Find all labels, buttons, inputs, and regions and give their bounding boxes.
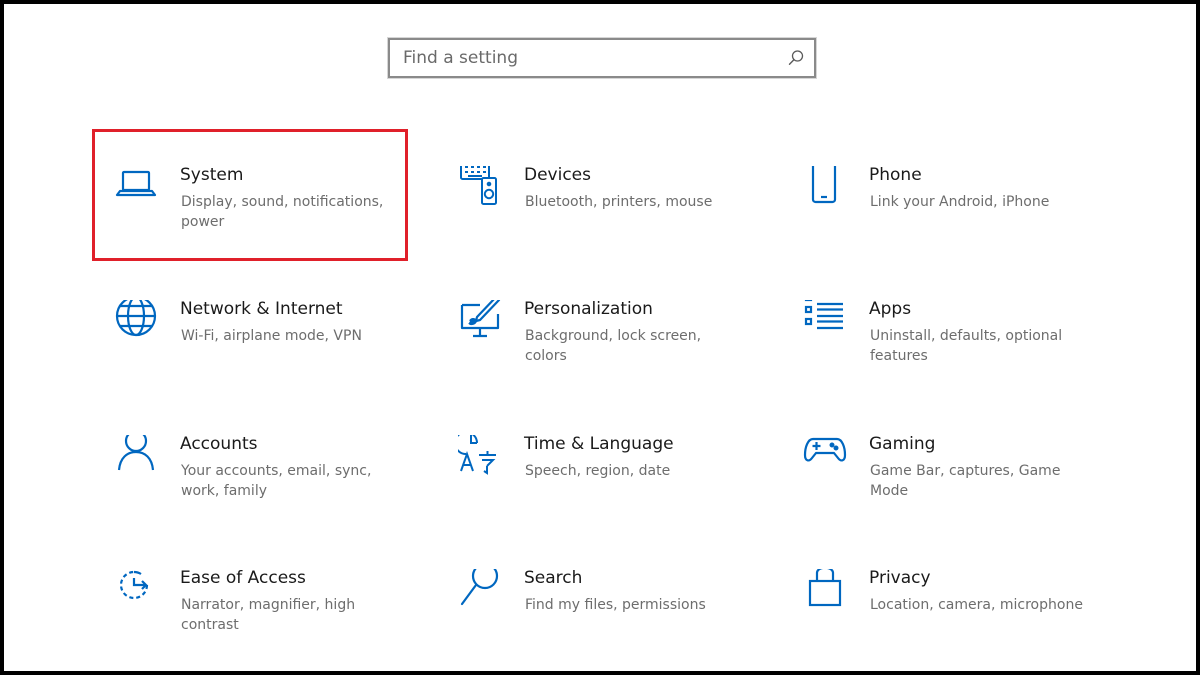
tile-system[interactable]: System Display, sound, notifications, po… bbox=[114, 165, 444, 276]
tile-description: Speech, region, date bbox=[525, 463, 671, 479]
tile-ease-of-access[interactable]: Ease of Access Narrator, magnifier, high… bbox=[114, 568, 444, 671]
tile-title: Time & Language bbox=[524, 434, 674, 454]
tile-title: Devices bbox=[524, 165, 591, 185]
settings-window: System Display, sound, notifications, po… bbox=[4, 4, 1196, 671]
search-box[interactable] bbox=[388, 38, 816, 78]
tile-network-internet[interactable]: Network & Internet Wi-Fi, airplane mode,… bbox=[114, 299, 444, 410]
tile-gaming[interactable]: Gaming Game Bar, captures, Game Mode bbox=[803, 434, 1133, 545]
tile-description: Find my files, permissions bbox=[525, 597, 706, 613]
tile-title: Apps bbox=[869, 299, 912, 319]
tile-title: Gaming bbox=[869, 434, 936, 454]
tile-description: Wi-Fi, airplane mode, VPN bbox=[181, 328, 362, 344]
time-language-icon bbox=[458, 435, 502, 479]
tile-apps[interactable]: Apps Uninstall, defaults, optional featu… bbox=[803, 299, 1133, 410]
magnifier-icon bbox=[458, 569, 502, 613]
tile-title: Personalization bbox=[524, 299, 653, 319]
tile-phone[interactable]: Phone Link your Android, iPhone bbox=[803, 165, 1133, 276]
tile-search[interactable]: Search Find my files, permissions bbox=[458, 568, 788, 671]
tile-description: Your accounts, email, sync, work, family bbox=[181, 463, 372, 499]
tile-description: Bluetooth, printers, mouse bbox=[525, 194, 713, 210]
phone-icon bbox=[803, 166, 847, 210]
tile-personalization[interactable]: Personalization Background, lock screen,… bbox=[458, 299, 788, 410]
devices-icon bbox=[458, 166, 502, 210]
tile-description: Narrator, magnifier, high contrast bbox=[181, 597, 356, 633]
person-icon bbox=[114, 435, 158, 479]
tile-title: Privacy bbox=[869, 568, 931, 588]
apps-list-icon bbox=[803, 300, 847, 344]
tile-privacy[interactable]: Privacy Location, camera, microphone bbox=[803, 568, 1133, 671]
tile-title: Accounts bbox=[180, 434, 258, 454]
tile-description: Game Bar, captures, Game Mode bbox=[870, 463, 1061, 499]
tile-description: Location, camera, microphone bbox=[870, 597, 1083, 613]
tile-title: Network & Internet bbox=[180, 299, 343, 319]
tile-devices[interactable]: Devices Bluetooth, printers, mouse bbox=[458, 165, 788, 276]
ease-of-access-icon bbox=[114, 569, 158, 613]
tile-description: Display, sound, notifications, power bbox=[181, 194, 384, 230]
laptop-icon bbox=[114, 166, 158, 210]
tile-description: Link your Android, iPhone bbox=[870, 194, 1050, 210]
tile-title: Ease of Access bbox=[180, 568, 306, 588]
tile-description: Uninstall, defaults, optional features bbox=[870, 328, 1063, 364]
globe-icon bbox=[114, 300, 158, 344]
tile-accounts[interactable]: Accounts Your accounts, email, sync, wor… bbox=[114, 434, 444, 545]
gamepad-icon bbox=[803, 435, 847, 479]
search-icon[interactable] bbox=[787, 49, 805, 67]
tile-title: Phone bbox=[869, 165, 922, 185]
tile-title: Search bbox=[524, 568, 583, 588]
search-input[interactable] bbox=[390, 40, 770, 76]
tile-title: System bbox=[180, 165, 244, 185]
tile-time-language[interactable]: Time & Language Speech, region, date bbox=[458, 434, 788, 545]
lock-icon bbox=[803, 569, 847, 613]
paint-brush-icon bbox=[458, 300, 502, 344]
tile-description: Background, lock screen, colors bbox=[525, 328, 702, 364]
